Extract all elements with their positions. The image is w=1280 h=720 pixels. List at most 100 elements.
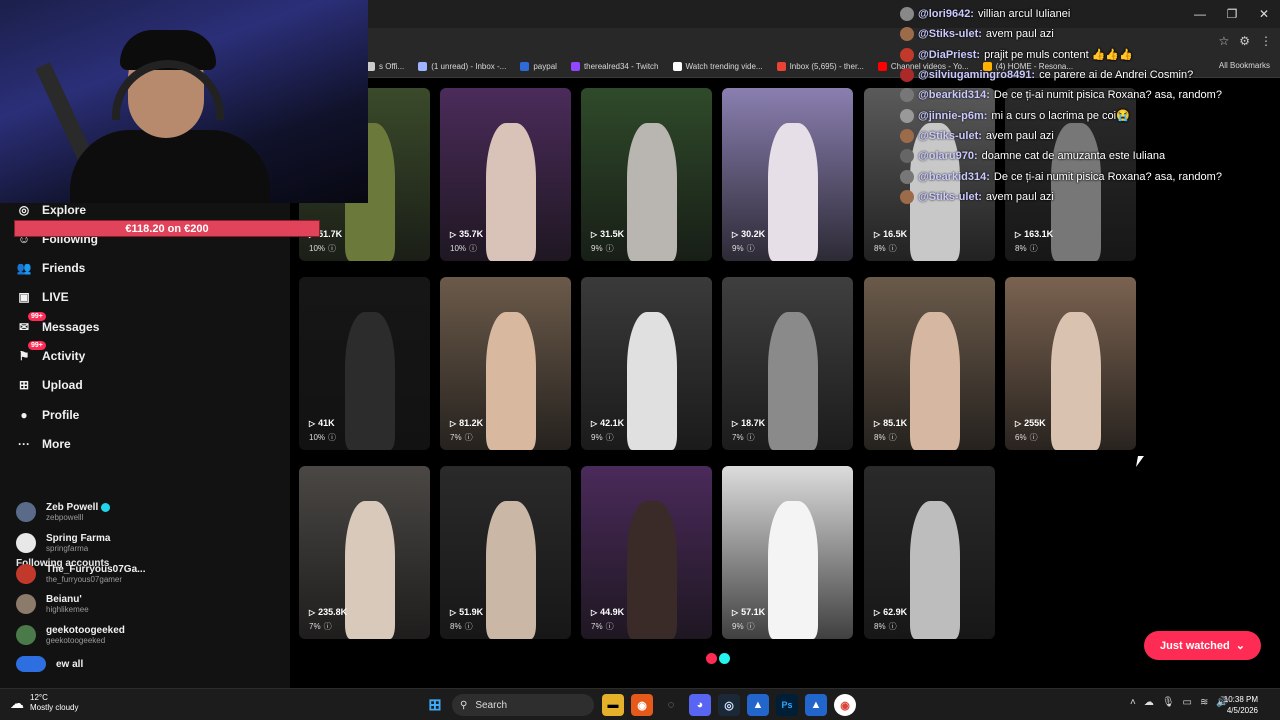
info-icon[interactable]: ⓘ: [747, 621, 755, 632]
chat-avatar: [900, 7, 914, 22]
chat-message: @bearkid314: De ce ți-ai numit pisica Rox…: [900, 166, 1280, 186]
nav-item-more[interactable]: ··· More: [16, 436, 71, 452]
chat-avatar: [900, 149, 914, 164]
bookmark-label: (1 unread) - Inbox -...: [431, 62, 507, 71]
video-thumbnail[interactable]: ▷ 51.9K 8% ⓘ: [440, 466, 571, 639]
info-icon[interactable]: ⓘ: [1030, 432, 1038, 443]
video-thumbnail[interactable]: ▷ 255K 6% ⓘ: [1005, 277, 1136, 450]
info-icon[interactable]: ⓘ: [606, 432, 614, 443]
view-count-text: 31.5K: [600, 229, 625, 239]
weather-widget[interactable]: ☁ 12°C Mostly cloudy: [10, 693, 78, 713]
video-thumbnail[interactable]: ▷ 30.2K 9% ⓘ: [722, 88, 853, 261]
nav-item-explore[interactable]: ◎ Explore: [16, 202, 86, 218]
view-count-text: 16.5K: [883, 229, 908, 239]
video-thumbnail[interactable]: ▷ 41K 10% ⓘ: [299, 277, 430, 450]
microphone-tray-icon[interactable]: 🎙: [1162, 697, 1175, 708]
info-icon[interactable]: ⓘ: [469, 243, 477, 254]
nav-label: Upload: [42, 378, 83, 392]
bookmark-item[interactable]: therealred34 - Twitch: [570, 62, 659, 71]
nav-item-live[interactable]: ▣ LIVE: [16, 289, 68, 305]
info-icon[interactable]: ⓘ: [606, 243, 614, 254]
following-account[interactable]: Spring Farma springfarma: [16, 533, 110, 553]
play-icon: ▷: [450, 418, 457, 428]
loading-indicator: [706, 653, 730, 664]
search-placeholder: Search: [475, 699, 508, 711]
nav-item-friends[interactable]: 👥 Friends: [16, 260, 86, 276]
engagement-percent: 8% ⓘ: [1015, 243, 1038, 254]
info-icon[interactable]: ⓘ: [1030, 243, 1038, 254]
following-account[interactable]: Beianu' highlikemee: [16, 594, 89, 614]
video-thumbnail[interactable]: ▷ 35.7K 10% ⓘ: [440, 88, 571, 261]
following-account[interactable]: geekotoogeeked geekotoogeeked: [16, 625, 125, 645]
video-thumbnail[interactable]: ▷ 235.8K 7% ⓘ: [299, 466, 430, 639]
account-name-text: Zeb Powell: [46, 502, 99, 513]
bookmark-favicon-icon: [520, 62, 530, 71]
engagement-percent-text: 9%: [732, 622, 744, 631]
network-icon[interactable]: ☁: [1144, 697, 1154, 708]
windows-start-icon[interactable]: ⊞: [424, 694, 446, 716]
chat-username: @olaru970:: [918, 150, 978, 163]
nav-item-upload[interactable]: ⊞ Upload: [16, 377, 83, 393]
video-thumbnail[interactable]: ▷ 81.2K 7% ⓘ: [440, 277, 571, 450]
just-watched-button[interactable]: Just watched ⌄: [1144, 631, 1261, 660]
wifi-icon[interactable]: ≋: [1200, 697, 1208, 708]
engagement-percent-text: 7%: [591, 622, 603, 631]
info-icon[interactable]: ⓘ: [328, 432, 336, 443]
nav-item-activity[interactable]: ⚑ 99+ Activity: [16, 341, 85, 364]
file-explorer-icon[interactable]: ▬: [602, 694, 624, 716]
engagement-percent-text: 8%: [874, 433, 886, 442]
notification-badge: 99+: [28, 312, 46, 321]
info-icon[interactable]: ⓘ: [889, 432, 897, 443]
bookmark-item[interactable]: s Offi...: [366, 62, 404, 71]
video-thumbnail[interactable]: ▷ 31.5K 9% ⓘ: [581, 88, 712, 261]
bookmark-item[interactable]: (1 unread) - Inbox -...: [418, 62, 506, 71]
steam-icon[interactable]: ◎: [718, 694, 740, 716]
chat-username: @Stiks-ulet:: [918, 129, 982, 142]
video-thumbnail[interactable]: ▷ 85.1K 8% ⓘ: [864, 277, 995, 450]
info-icon[interactable]: ⓘ: [747, 432, 755, 443]
clock[interactable]: 10:38 PM 4/5/2026: [1224, 694, 1258, 716]
discord-icon[interactable]: ◕: [689, 694, 711, 716]
video-thumbnail[interactable]: ▷ 44.9K 7% ⓘ: [581, 466, 712, 639]
view-count-text: 255K: [1024, 418, 1046, 428]
info-icon[interactable]: ⓘ: [328, 243, 336, 254]
info-icon[interactable]: ⓘ: [606, 621, 614, 632]
firefox-icon[interactable]: ◉: [631, 694, 653, 716]
app-blue-icon-2[interactable]: ▲: [805, 694, 827, 716]
avatar: [16, 594, 36, 614]
video-thumbnail[interactable]: ▷ 18.7K 7% ⓘ: [722, 277, 853, 450]
chevron-up-icon[interactable]: ˄: [1130, 697, 1136, 708]
video-thumbnail[interactable]: ▷ 57.1K 9% ⓘ: [722, 466, 853, 639]
chrome-icon[interactable]: ◉: [834, 694, 856, 716]
chat-username: @bearkid314:: [918, 89, 990, 102]
taskbar-search[interactable]: ⚲ Search: [452, 694, 594, 716]
chat-avatar: [900, 128, 914, 143]
bookmark-item[interactable]: Inbox (5,695) - ther...: [776, 62, 864, 71]
engagement-percent-text: 7%: [450, 433, 462, 442]
info-icon[interactable]: ⓘ: [465, 621, 473, 632]
cloud-icon: ☁: [10, 694, 24, 711]
see-all-link[interactable]: ew all: [16, 656, 83, 672]
photoshop-icon[interactable]: Ps: [776, 694, 798, 716]
info-icon[interactable]: ⓘ: [465, 432, 473, 443]
following-account[interactable]: The_Furryous07Ga... the_furryous07gamer: [16, 564, 145, 584]
info-icon[interactable]: ⓘ: [747, 243, 755, 254]
info-icon[interactable]: ⓘ: [889, 243, 897, 254]
nav-item-messages[interactable]: ✉ 99+ Messages: [16, 312, 99, 335]
info-icon[interactable]: ⓘ: [889, 621, 897, 632]
video-thumbnail[interactable]: ▷ 42.1K 9% ⓘ: [581, 277, 712, 450]
chevron-down-icon: ⌄: [1235, 640, 1245, 652]
info-icon[interactable]: ⓘ: [324, 621, 332, 632]
view-count: ▷ 62.9K: [874, 607, 907, 617]
nav-label: More: [42, 437, 71, 451]
app-blue-icon[interactable]: ▲: [747, 694, 769, 716]
bookmark-item[interactable]: paypal: [520, 62, 557, 71]
bookmark-label: Inbox (5,695) - ther...: [789, 62, 864, 71]
app-icon[interactable]: ◌: [660, 694, 682, 716]
nav-item-profile[interactable]: ● Profile: [16, 407, 79, 423]
play-icon: ▷: [309, 607, 316, 617]
bookmark-item[interactable]: Watch trending vide...: [672, 62, 763, 71]
video-thumbnail[interactable]: ▷ 62.9K 8% ⓘ: [864, 466, 995, 639]
monitor-icon[interactable]: ▭: [1183, 697, 1192, 708]
following-account[interactable]: Zeb Powell zebpowelll: [16, 502, 111, 522]
